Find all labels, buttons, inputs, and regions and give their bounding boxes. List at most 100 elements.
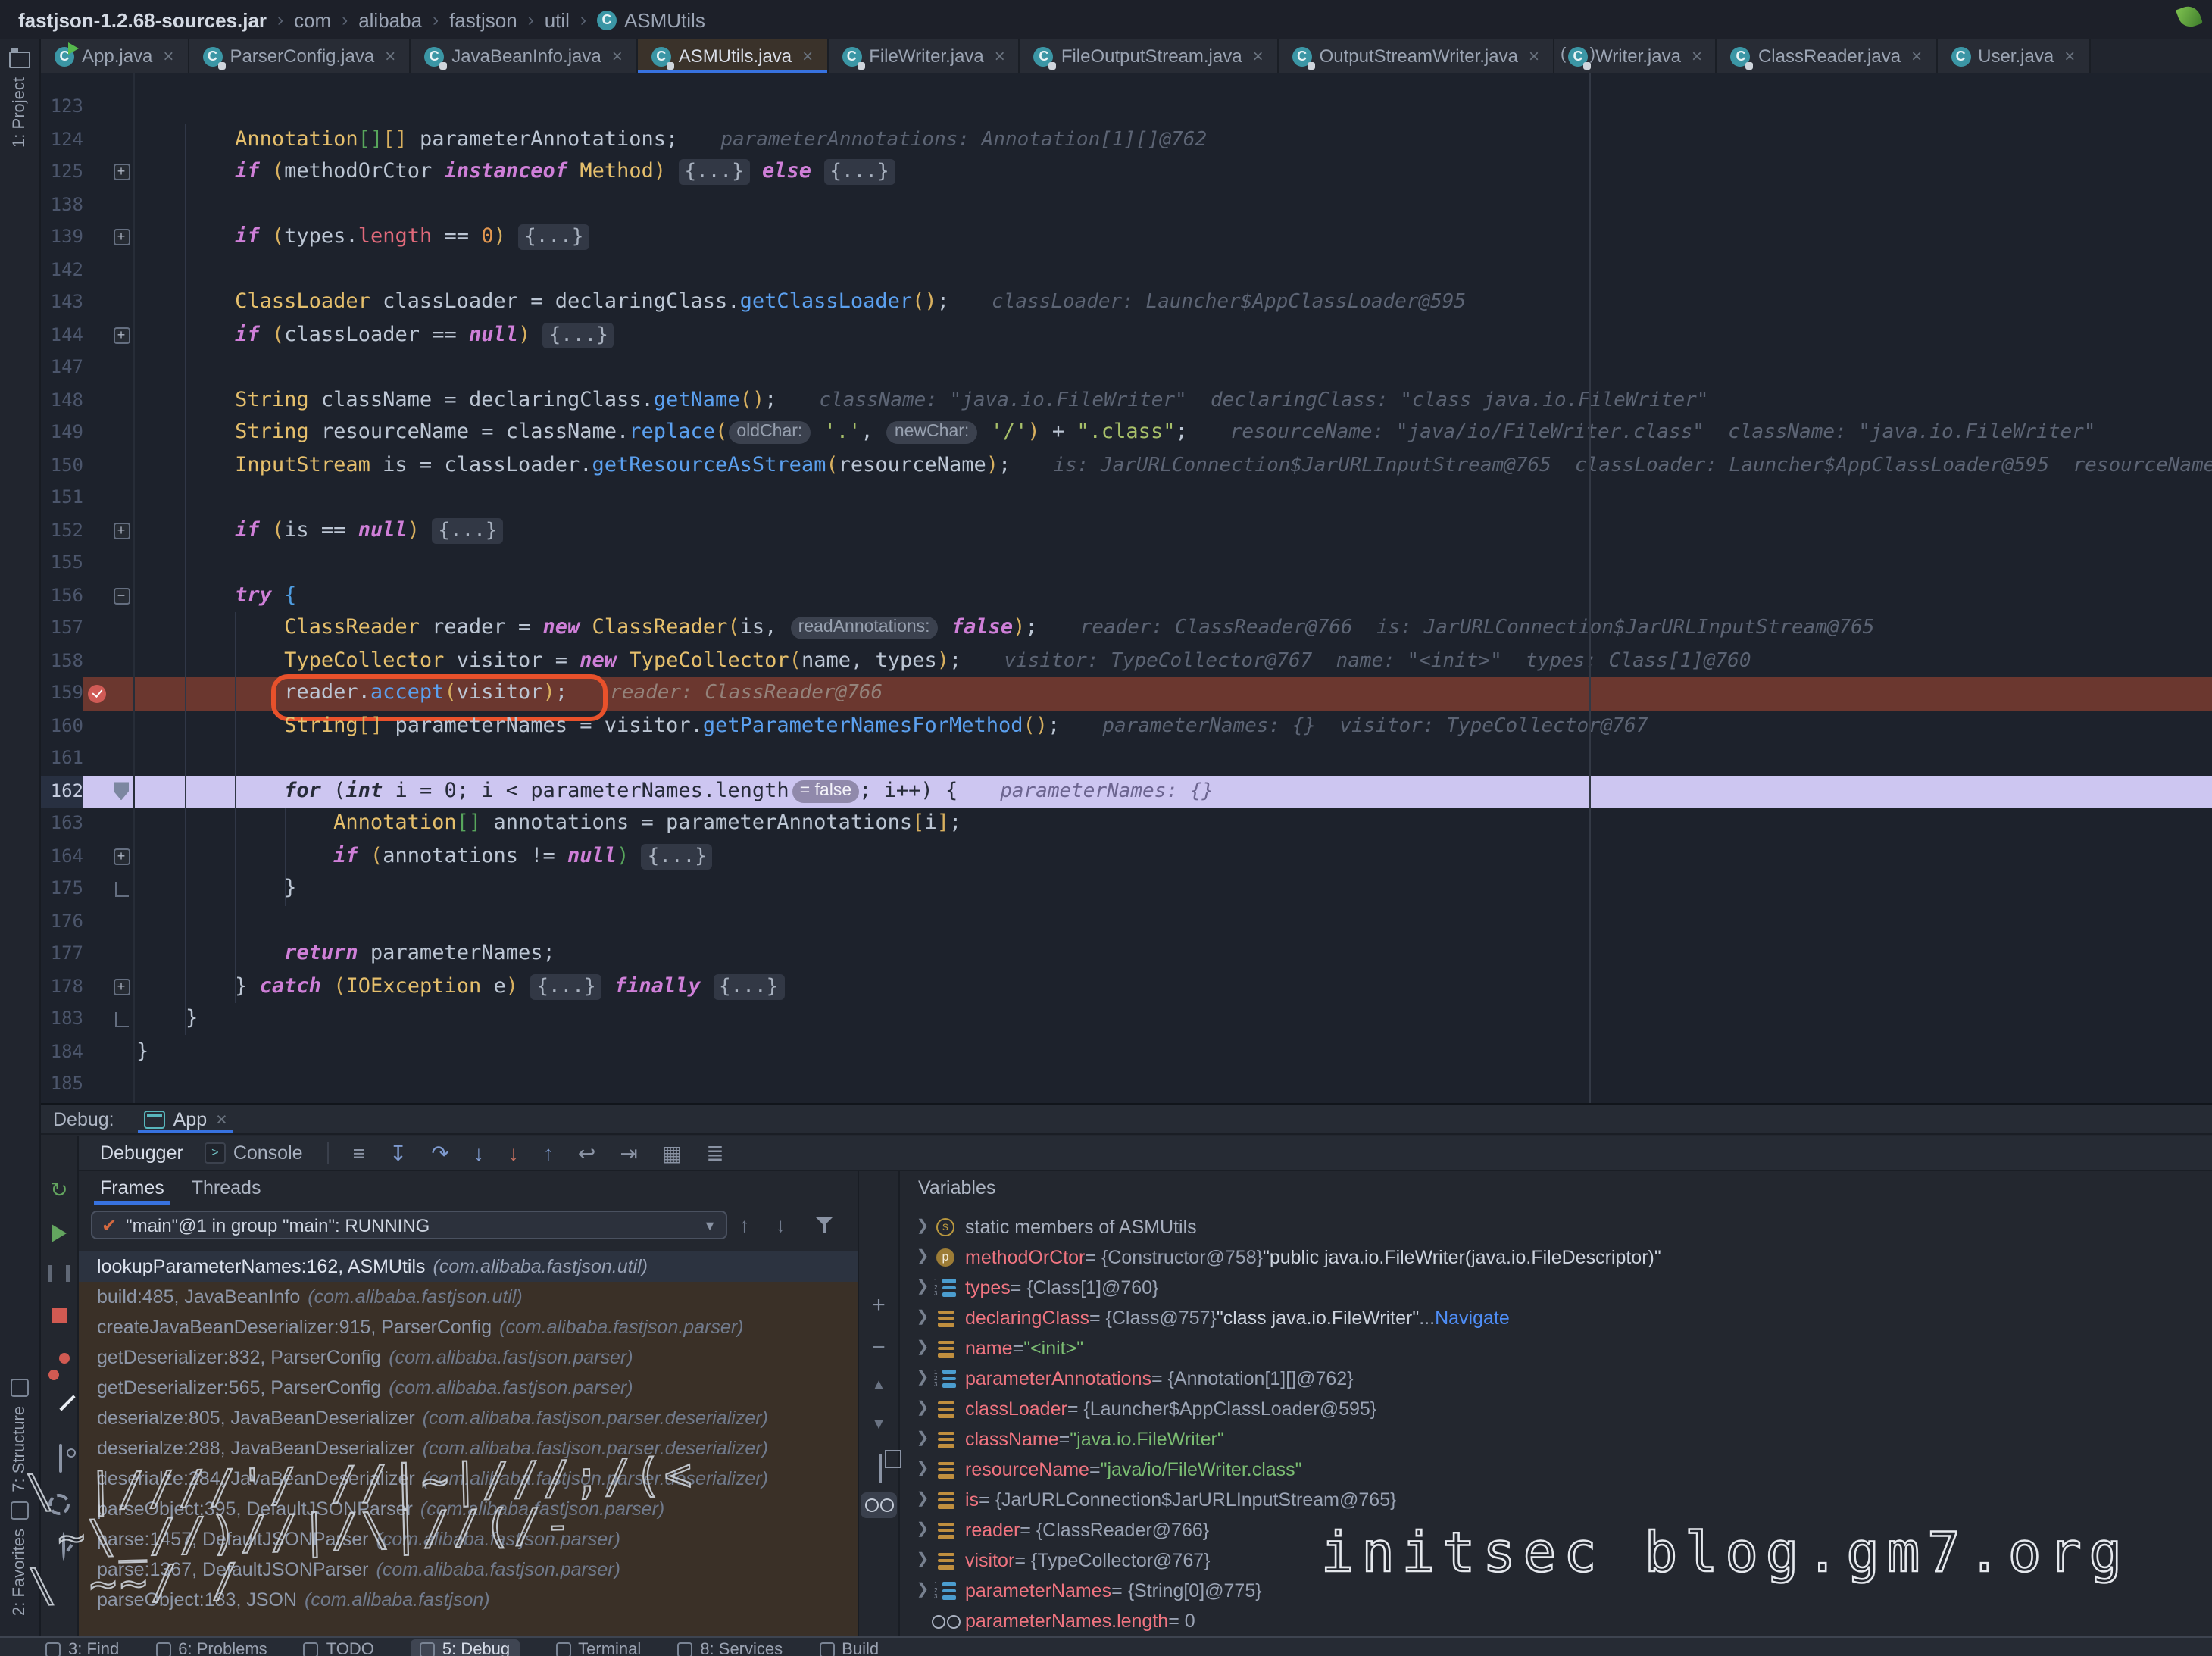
code-line[interactable]: 150 InputStream is = classLoader.getReso… bbox=[41, 449, 2212, 482]
code-line[interactable]: 125+ if (methodOrCtor instanceof Method)… bbox=[41, 156, 2212, 189]
close-icon[interactable]: × bbox=[385, 45, 395, 67]
code-line[interactable]: 184} bbox=[41, 1036, 2212, 1068]
tab-threads[interactable]: Threads bbox=[186, 1171, 267, 1205]
code-line[interactable]: 161 bbox=[41, 742, 2212, 775]
remove-watch-icon[interactable]: − bbox=[872, 1335, 886, 1361]
step-into-icon[interactable]: ↓ bbox=[473, 1142, 484, 1164]
breadcrumb-item[interactable]: fastjson-1.2.68-sources.jar bbox=[18, 8, 267, 31]
close-icon[interactable]: × bbox=[1253, 45, 1264, 67]
variable-row[interactable]: ❯classLoader = {Launcher$AppClassLoader@… bbox=[900, 1394, 2212, 1424]
stack-frame-row[interactable]: lookupParameterNames:162, ASMUtils(com.a… bbox=[79, 1251, 858, 1282]
thread-dump-icon[interactable] bbox=[59, 1444, 62, 1473]
variable-row[interactable]: ❯sstatic members of ASMUtils bbox=[900, 1212, 2212, 1242]
variable-row[interactable]: ❯reader = {ClassReader@766} bbox=[900, 1515, 2212, 1545]
hide-library-frames-icon[interactable] bbox=[815, 1217, 833, 1233]
editor-tab[interactable]: CFileOutputStream.java× bbox=[1020, 39, 1279, 73]
tool-stripe-item[interactable]: 7: Structure bbox=[11, 1405, 29, 1492]
folded-code-chip[interactable]: {...} bbox=[432, 517, 503, 543]
chevron-right-icon[interactable]: ❯ bbox=[912, 1303, 933, 1333]
folded-code-chip[interactable]: {...} bbox=[642, 843, 713, 869]
breadcrumb-item[interactable]: util bbox=[545, 8, 570, 31]
chevron-right-icon[interactable]: ❯ bbox=[912, 1454, 933, 1485]
line-number[interactable]: 143 bbox=[41, 286, 83, 319]
line-number[interactable]: 147 bbox=[41, 352, 83, 384]
stack-frame-row[interactable]: parseObject:183, JSON(com.alibaba.fastjs… bbox=[79, 1585, 858, 1615]
fold-expand-icon[interactable]: + bbox=[113, 164, 130, 181]
chevron-right-icon[interactable]: ❯ bbox=[912, 1424, 933, 1454]
variable-row[interactable]: ❯className = "java.io.FileWriter" bbox=[900, 1424, 2212, 1454]
code-line[interactable]: 149 String resourceName = className.repl… bbox=[41, 417, 2212, 449]
line-number[interactable]: 152 bbox=[41, 514, 83, 547]
fold-expand-icon[interactable]: + bbox=[113, 848, 130, 865]
close-icon[interactable]: × bbox=[612, 45, 623, 67]
fold-marker-area[interactable]: + bbox=[111, 327, 132, 344]
chevron-right-icon[interactable]: ❯ bbox=[912, 1212, 933, 1242]
stack-frame-row[interactable]: deserialze:288, JavaBeanDeserializer(com… bbox=[79, 1433, 858, 1464]
code-line[interactable]: 176 bbox=[41, 905, 2212, 938]
line-number[interactable]: 156 bbox=[41, 580, 83, 612]
line-number[interactable]: 124 bbox=[41, 123, 83, 156]
variable-row[interactable]: ❯types = {Class[1]@760} bbox=[900, 1273, 2212, 1303]
close-icon[interactable]: × bbox=[216, 1108, 227, 1130]
close-icon[interactable]: × bbox=[163, 45, 173, 67]
code-line[interactable]: 158 TypeCollector visitor = new TypeColl… bbox=[41, 645, 2212, 677]
move-up-icon[interactable]: ▲ bbox=[871, 1377, 886, 1394]
code-line[interactable]: 160 String[] parameterNames = visitor.ge… bbox=[41, 710, 2212, 742]
move-down-icon[interactable]: ▼ bbox=[871, 1417, 886, 1433]
variable-row[interactable]: ❯parameterAnnotations = {Annotation[1][]… bbox=[900, 1364, 2212, 1394]
line-number[interactable]: 138 bbox=[41, 189, 83, 221]
line-number[interactable]: 151 bbox=[41, 482, 83, 514]
show-watches-icon[interactable] bbox=[861, 1492, 897, 1518]
layout-settings-icon[interactable]: ≡ bbox=[353, 1142, 365, 1164]
line-number[interactable]: 144 bbox=[41, 319, 83, 352]
pause-program-icon[interactable] bbox=[48, 1265, 70, 1282]
chevron-right-icon[interactable]: ❯ bbox=[912, 1576, 933, 1606]
fold-expand-icon[interactable]: + bbox=[113, 327, 130, 344]
code-line[interactable]: 185 bbox=[41, 1068, 2212, 1101]
folded-code-chip[interactable]: {...} bbox=[823, 159, 895, 185]
variable-row[interactable]: ❯resourceName = "java/io/FileWriter.clas… bbox=[900, 1454, 2212, 1485]
code-line[interactable]: 163 Annotation[] annotations = parameter… bbox=[41, 808, 2212, 840]
line-number[interactable]: 183 bbox=[41, 1003, 83, 1036]
code-line[interactable]: 156− try { bbox=[41, 580, 2212, 612]
code-line[interactable]: 139+ if (types.length == 0) {...} bbox=[41, 221, 2212, 254]
statusbar-item-todo[interactable]: TODO bbox=[304, 1640, 374, 1656]
chevron-right-icon[interactable]: ❯ bbox=[912, 1485, 933, 1515]
code-editor[interactable]: 123124 Annotation[][] parameterAnnotatio… bbox=[41, 73, 2212, 1103]
code-line[interactable]: 144+ if (classLoader == null) {...} bbox=[41, 319, 2212, 352]
fold-marker-area[interactable]: + bbox=[111, 230, 132, 246]
folded-code-chip[interactable]: {...} bbox=[518, 224, 589, 250]
thread-dropdown[interactable]: ✔ "main"@1 in group "main": RUNNING ▼ bbox=[91, 1211, 727, 1239]
close-icon[interactable]: × bbox=[1692, 45, 1702, 67]
chevron-right-icon[interactable]: ❯ bbox=[912, 1273, 933, 1303]
line-number[interactable]: 139 bbox=[41, 221, 83, 254]
line-number[interactable]: 162 bbox=[41, 775, 83, 808]
line-number[interactable]: 148 bbox=[41, 384, 83, 417]
tab-console[interactable]: >Console bbox=[205, 1142, 303, 1164]
fold-marker-area[interactable] bbox=[111, 1012, 132, 1027]
prev-frame-icon[interactable]: ↑ bbox=[739, 1214, 749, 1236]
step-out-icon[interactable]: ↑ bbox=[543, 1142, 554, 1164]
code-line[interactable]: 159 reader.accept(visitor);reader: Class… bbox=[41, 677, 2212, 710]
navigate-link[interactable]: Navigate bbox=[1435, 1303, 1510, 1333]
line-number[interactable]: 177 bbox=[41, 938, 83, 970]
fold-expand-icon[interactable]: + bbox=[113, 979, 130, 995]
line-number[interactable]: 161 bbox=[41, 742, 83, 775]
statusbar-item-terminal[interactable]: Terminal bbox=[555, 1640, 641, 1656]
breadcrumb-item[interactable]: com bbox=[294, 8, 331, 31]
close-icon[interactable]: × bbox=[802, 45, 813, 67]
chevron-right-icon[interactable]: ❯ bbox=[912, 1515, 933, 1545]
debug-session-tab[interactable]: App × bbox=[139, 1105, 233, 1133]
fold-collapse-icon[interactable]: − bbox=[113, 588, 130, 605]
stack-frame-row[interactable]: deserialze:805, JavaBeanDeserializer(com… bbox=[79, 1403, 858, 1433]
code-line[interactable]: 162 for (int i = 0; i < parameterNames.l… bbox=[41, 775, 2212, 808]
fold-expand-icon[interactable]: + bbox=[113, 230, 130, 246]
line-number[interactable]: 150 bbox=[41, 449, 83, 482]
editor-tab[interactable]: CWriter.java× bbox=[1554, 39, 1717, 73]
breadcrumb-item[interactable]: alibaba bbox=[358, 8, 422, 31]
line-number[interactable]: 155 bbox=[41, 547, 83, 580]
editor-tab[interactable]: CParserConfig.java× bbox=[189, 39, 411, 73]
add-watch-icon[interactable]: + bbox=[872, 1292, 886, 1318]
stop-icon[interactable] bbox=[52, 1308, 67, 1323]
stack-frame-row[interactable]: parse:1367, DefaultJSONParser(com.alibab… bbox=[79, 1554, 858, 1585]
